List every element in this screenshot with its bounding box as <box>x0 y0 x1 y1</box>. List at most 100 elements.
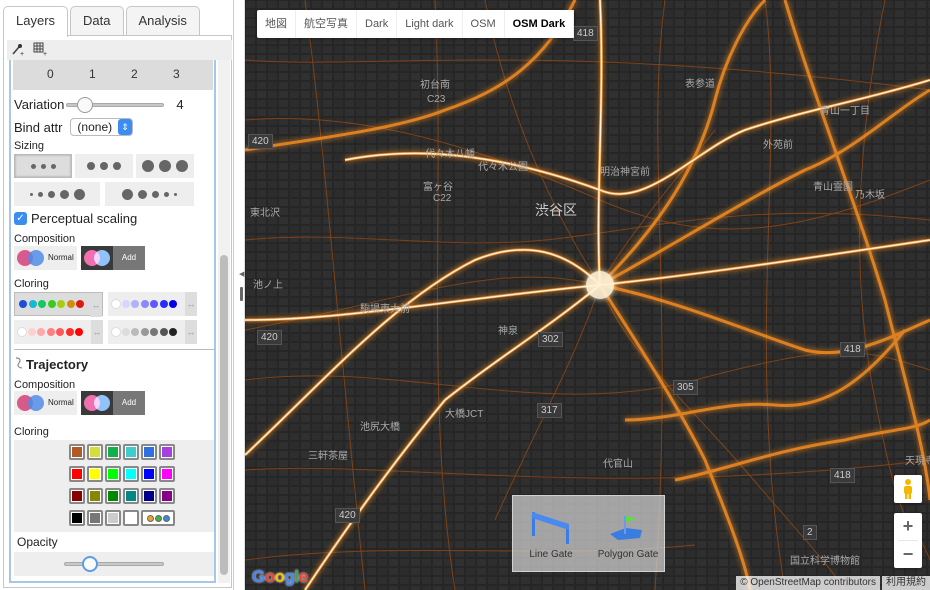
ramp-color-dot <box>150 328 158 336</box>
size-dot <box>159 160 171 172</box>
trajectory-composition-normal-button[interactable]: Normal <box>14 391 77 415</box>
ramp-color-dot <box>28 300 37 308</box>
color-swatch[interactable] <box>123 466 139 482</box>
map-type-osm[interactable]: OSM <box>463 10 505 38</box>
color-swatch[interactable] <box>87 510 103 526</box>
color-ramp-blue[interactable]: ↔ <box>108 292 197 316</box>
variation-slider[interactable] <box>66 96 165 113</box>
color-swatch[interactable] <box>123 444 139 460</box>
map-label: 代々木公園 <box>478 162 528 173</box>
color-ramp-rainbow[interactable]: ↔ <box>14 292 103 317</box>
size-dot <box>73 188 85 200</box>
ramp-color-dot <box>76 300 84 308</box>
zoom-in-button[interactable]: + <box>894 513 922 540</box>
color-swatch[interactable] <box>123 510 139 526</box>
map-label: 青山一丁目 <box>820 106 870 117</box>
color-swatch[interactable] <box>69 444 85 460</box>
swap-icon[interactable]: ↔ <box>185 292 197 316</box>
add-grid-layer-icon[interactable]: + <box>33 42 49 59</box>
map-label: 池尻大橋 <box>360 422 400 433</box>
sizing-option-decreasing[interactable] <box>105 182 194 206</box>
color-swatch[interactable] <box>69 466 85 482</box>
trajectory-composition-add-button[interactable]: Add <box>81 391 145 415</box>
panel-splitter[interactable]: ◀ <box>234 0 245 590</box>
swap-icon[interactable]: ↔ <box>185 320 197 344</box>
color-swatch[interactable] <box>141 444 157 460</box>
add-blend-icon <box>81 391 113 415</box>
color-swatch[interactable] <box>69 510 85 526</box>
sizing-option-large[interactable] <box>136 154 194 178</box>
tick-label: 0 <box>47 67 54 81</box>
swap-icon[interactable]: ↔ <box>91 320 103 344</box>
line-gate-button[interactable]: Line Gate <box>525 508 577 560</box>
color-swatch[interactable] <box>87 444 103 460</box>
ramp-color-dot <box>75 328 83 336</box>
map-type-roadmap[interactable]: 地図 <box>257 10 296 38</box>
color-swatch[interactable] <box>123 488 139 504</box>
color-swatch[interactable] <box>159 444 175 460</box>
perceptual-scaling-checkbox[interactable]: ✓ <box>14 212 27 225</box>
multi-color-dot <box>162 514 170 522</box>
color-ramp-red[interactable]: ↔ <box>14 320 103 344</box>
bind-attr-select[interactable]: (none) ⇕ <box>70 118 134 136</box>
color-swatch[interactable] <box>87 488 103 504</box>
tab-data[interactable]: Data <box>70 6 124 36</box>
color-swatch[interactable] <box>69 488 85 504</box>
collapse-arrow-icon[interactable]: ◀ <box>239 270 244 278</box>
street-view-pegman[interactable] <box>894 475 922 503</box>
osm-attribution-link[interactable]: © OpenStreetMap contributors <box>736 576 880 590</box>
sizing-option-medium[interactable] <box>75 154 133 178</box>
variation-slider-knob[interactable] <box>77 96 94 113</box>
tab-analysis[interactable]: Analysis <box>125 6 200 36</box>
blend-circle-icon <box>94 250 110 266</box>
color-swatch[interactable] <box>141 488 157 504</box>
map-type-satellite[interactable]: 航空写真 <box>296 10 357 38</box>
perceptual-scaling-row[interactable]: ✓ Perceptual scaling <box>14 211 137 226</box>
color-ramp-gray[interactable]: ↔ <box>108 320 197 344</box>
trajectory-header: Trajectory <box>14 356 88 373</box>
sizing-option-increasing[interactable] <box>14 182 100 206</box>
map-view[interactable]: 渋谷区 初台南 代々木八幡 代々木公園 富ヶ谷 東北沢 池ノ上 駒場東大前 神泉… <box>245 0 930 590</box>
map-label: 青山霊園 <box>813 182 853 193</box>
terms-link[interactable]: 利用規約 <box>882 576 930 590</box>
composition-normal-button[interactable]: Normal <box>14 246 77 270</box>
ramp-color-dot <box>112 300 120 308</box>
opacity-label: Opacity <box>17 535 58 549</box>
panel-scrollbar[interactable] <box>218 60 230 583</box>
polygon-gate-button[interactable]: Polygon Gate <box>595 508 661 560</box>
map-label: 乃木坂 <box>855 190 885 201</box>
swap-icon[interactable]: ↔ <box>90 293 102 317</box>
color-swatch[interactable] <box>159 466 175 482</box>
color-swatch[interactable] <box>87 466 103 482</box>
map-type-dark[interactable]: Dark <box>357 10 398 38</box>
google-logo: Google <box>252 567 308 586</box>
color-swatch[interactable] <box>105 444 121 460</box>
color-swatch[interactable] <box>105 488 121 504</box>
map-label: 天現寺 <box>905 456 930 467</box>
gate-tools-panel: Line Gate Polygon Gate <box>512 495 665 572</box>
ramp-color-dot <box>57 300 65 308</box>
color-swatch[interactable] <box>159 488 175 504</box>
ramp-color-dot <box>140 300 149 308</box>
multi-color-swatch[interactable] <box>141 510 175 526</box>
ramp-color-dot <box>112 328 120 336</box>
sizing-option-small[interactable] <box>14 154 72 178</box>
trajectory-coloring-label: Cloring <box>14 426 49 438</box>
map-type-osm-dark[interactable]: OSM Dark <box>505 10 575 38</box>
map-label: 三軒茶屋 <box>308 451 348 462</box>
scrollbar-thumb[interactable] <box>220 255 228 575</box>
opacity-slider[interactable] <box>64 556 164 572</box>
add-point-layer-icon[interactable]: + <box>11 42 27 59</box>
bind-attr-label: Bind attr <box>14 119 63 135</box>
composition-add-button[interactable]: Add <box>81 246 145 270</box>
color-swatch[interactable] <box>105 510 121 526</box>
ramp-color-dot <box>159 300 168 308</box>
splitter-handle[interactable] <box>240 287 243 301</box>
color-swatch[interactable] <box>105 466 121 482</box>
opacity-slider-row <box>14 552 214 576</box>
opacity-slider-knob[interactable] <box>82 556 98 572</box>
map-type-light-dark[interactable]: Light dark <box>397 10 463 38</box>
color-swatch[interactable] <box>141 466 157 482</box>
zoom-out-button[interactable]: − <box>894 541 922 568</box>
tab-layers[interactable]: Layers <box>3 6 69 37</box>
